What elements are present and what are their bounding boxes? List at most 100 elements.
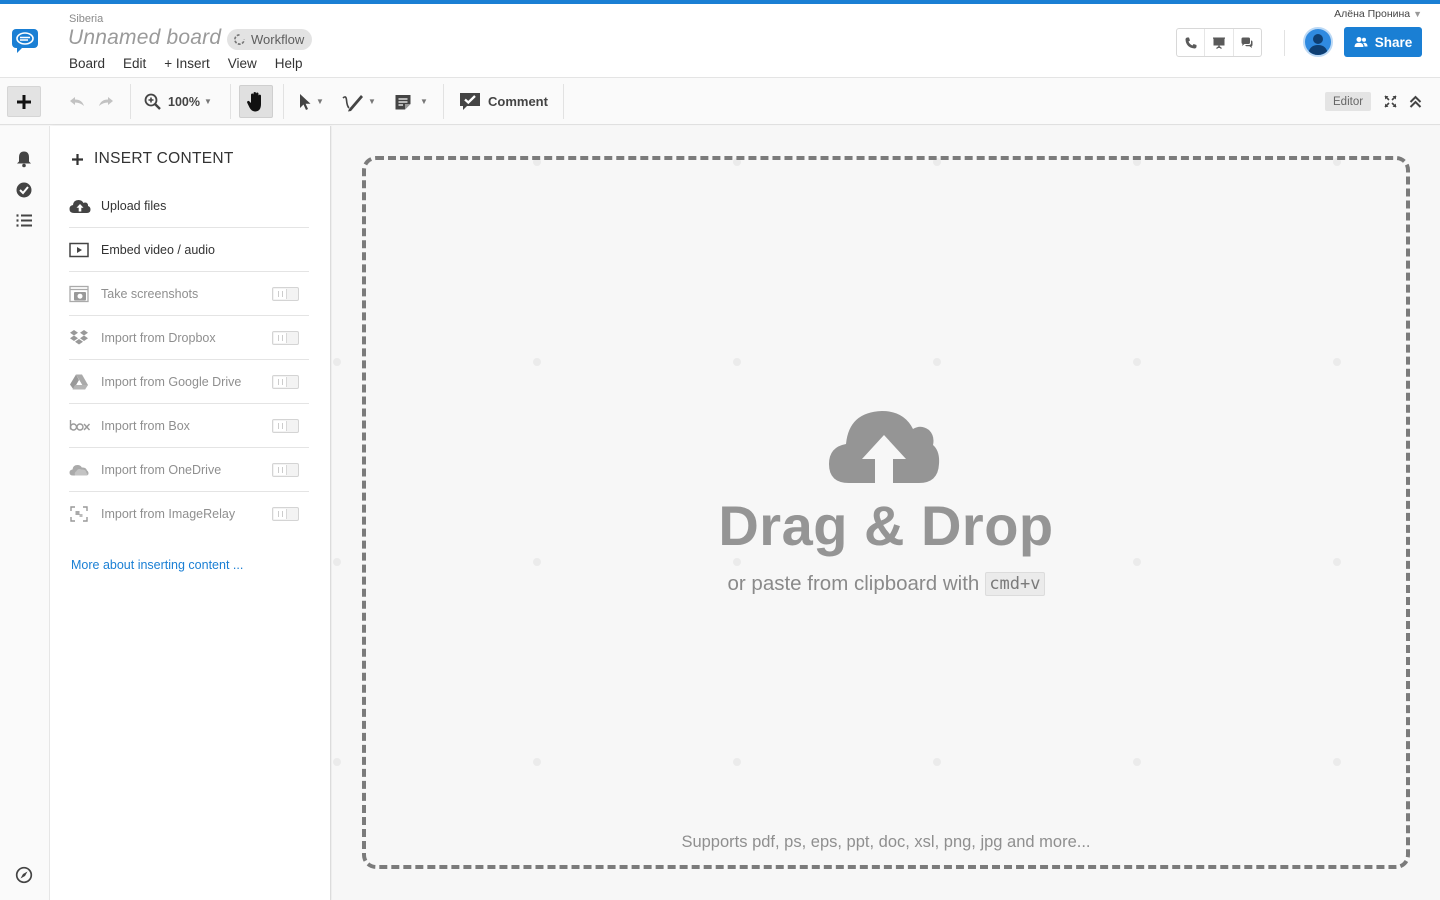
left-rail [0,126,50,900]
bell-icon[interactable] [15,150,33,168]
drop-title: Drag & Drop [718,494,1054,557]
menu-insert[interactable]: + Insert [164,56,209,71]
caret-down-icon: ▼ [316,97,324,106]
take-screenshots-item[interactable]: Take screenshots [69,272,309,316]
paste-text: or paste from clipboard with [727,572,980,595]
double-chevron-up-icon [1409,95,1422,108]
import-box-item[interactable]: Import from Box [69,404,309,448]
dropbox-toggle[interactable] [272,331,299,345]
item-label: Embed video / audio [101,242,215,257]
header-divider [1284,30,1285,56]
paste-hint: or paste from clipboard with cmd+v [332,572,1440,596]
share-label: Share [1374,34,1413,50]
google-drive-toggle[interactable] [272,375,299,389]
box-toggle[interactable] [272,419,299,433]
comment-label: Comment [488,94,548,109]
cloud-upload-icon [829,411,940,483]
import-google-drive-item[interactable]: Import from Google Drive [69,360,309,404]
toolbar-divider [283,84,284,119]
onedrive-toggle[interactable] [272,463,299,477]
main-toolbar: 100% ▼ ▼ ▼ ▼ Comment [0,78,1440,125]
fullscreen-button[interactable] [1384,78,1397,125]
item-label: Upload files [101,198,167,213]
screenshots-toggle[interactable] [272,287,299,301]
item-label: Take screenshots [101,286,199,301]
undo-button[interactable] [68,78,86,125]
collapse-toolbar-button[interactable] [1409,78,1422,125]
app-header: Siberia Unnamed board Workflow Board Edi… [0,4,1440,78]
user-menu[interactable]: Алёна Пронина ▼ [1334,8,1422,20]
call-button[interactable] [1177,29,1206,56]
chat-button[interactable] [1234,29,1261,56]
phone-icon [1185,37,1197,48]
user-silhouette-icon [1308,34,1328,55]
zoom-control[interactable]: 100% ▼ [144,78,212,125]
caret-down-icon: ▼ [1413,9,1422,19]
menu-edit[interactable]: Edit [123,56,146,71]
video-play-icon [69,242,89,257]
board-title[interactable]: Unnamed board [68,26,221,50]
cursor-arrow-icon [300,93,311,110]
insert-content-panel: INSERT CONTENT Upload files Embed video … [50,126,331,900]
compass-icon[interactable] [15,866,33,884]
add-content-button[interactable] [7,86,41,117]
board-canvas[interactable]: Drag & Drop or paste from clipboard with… [332,126,1440,900]
mode-badge[interactable]: Editor [1325,92,1372,111]
toolbar-divider [443,84,444,119]
undo-icon [70,96,84,106]
check-circle-icon[interactable] [15,181,33,199]
redo-icon [99,96,113,106]
import-dropbox-item[interactable]: Import from Dropbox [69,316,309,360]
refresh-icon [234,34,245,45]
organization-name: Siberia [69,13,104,25]
draw-tool-button[interactable]: ▼ [342,78,376,125]
redo-button[interactable] [97,78,115,125]
share-button[interactable]: Share [1344,27,1422,57]
workflow-label: Workflow [251,32,305,47]
communication-buttons [1176,28,1262,57]
list-icon[interactable] [15,212,33,230]
imagerelay-icon [70,506,88,522]
workflow-button[interactable]: Workflow [227,29,313,50]
camera-icon [69,285,89,302]
more-about-inserting-link[interactable]: More about inserting content ... [71,558,243,572]
menu-view[interactable]: View [228,56,257,71]
presentation-icon [1212,37,1225,49]
comment-check-icon [460,93,480,110]
item-label: Import from Google Drive [101,374,242,389]
sticky-note-tool-button[interactable]: ▼ [394,78,428,125]
sticky-note-icon [395,94,411,109]
hand-icon [247,91,261,111]
user-avatar[interactable] [1303,27,1333,57]
plus-icon [72,153,83,165]
embed-video-item[interactable]: Embed video / audio [69,228,309,272]
plus-icon [17,94,31,109]
item-label: Import from Box [101,418,190,433]
toolbar-divider [230,84,231,119]
screen-share-button[interactable] [1205,29,1234,56]
caret-down-icon: ▼ [420,97,428,106]
panel-title: INSERT CONTENT [94,150,234,167]
app-logo-icon[interactable] [11,28,39,54]
cloud-upload-icon [69,199,91,213]
import-onedrive-item[interactable]: Import from OneDrive [69,448,309,492]
menu-help[interactable]: Help [275,56,303,71]
panel-header: INSERT CONTENT [71,150,234,168]
pan-tool-button[interactable] [239,85,273,118]
users-icon [1354,37,1368,47]
comment-button[interactable]: Comment [459,78,548,125]
insert-options-list: Upload files Embed video / audio Take sc… [69,184,309,536]
zoom-in-icon [144,93,161,110]
select-tool-button[interactable]: ▼ [298,78,324,125]
caret-down-icon: ▼ [368,97,376,106]
menu-board[interactable]: Board [69,56,105,71]
chat-bubbles-icon [1241,37,1253,48]
import-imagerelay-item[interactable]: Import from ImageRelay [69,492,309,536]
toolbar-divider [130,84,131,119]
item-label: Import from OneDrive [101,462,222,477]
main-menu: Board Edit + Insert View Help [69,56,303,71]
caret-down-icon: ▼ [203,97,212,106]
imagerelay-toggle[interactable] [272,507,299,521]
upload-files-item[interactable]: Upload files [69,184,309,228]
item-label: Import from ImageRelay [101,507,236,521]
